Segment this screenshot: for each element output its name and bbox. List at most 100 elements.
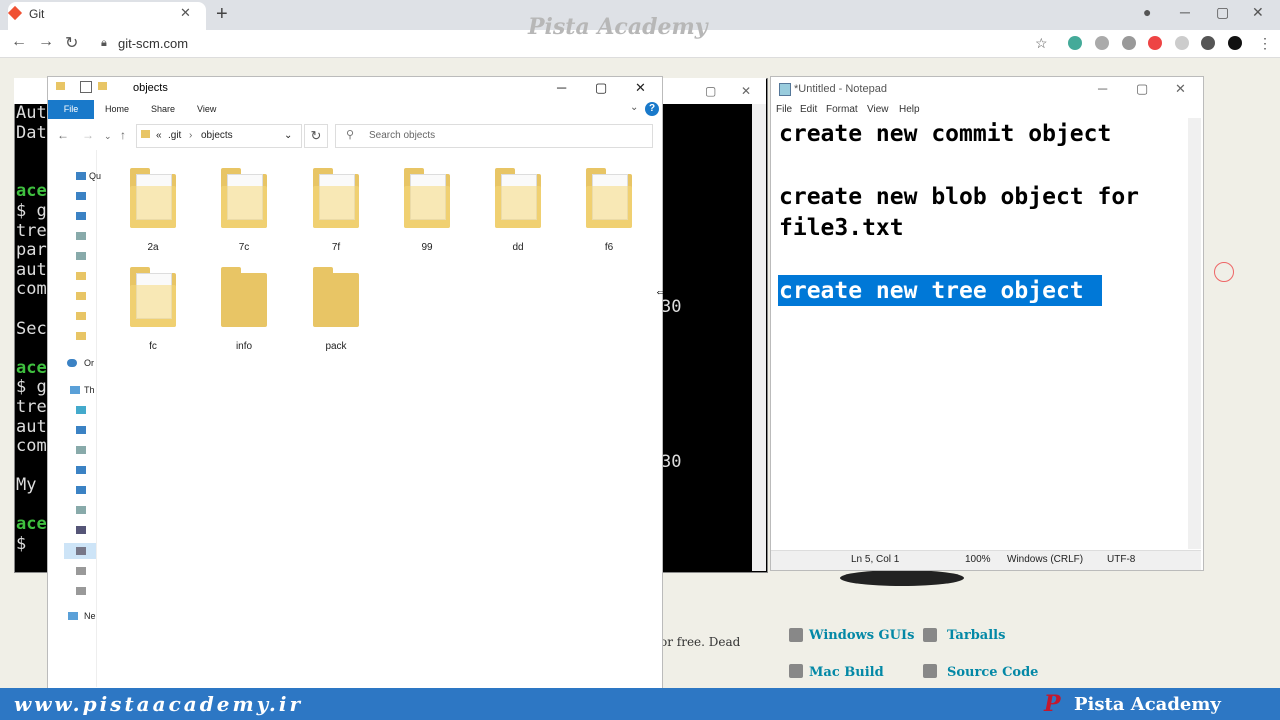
tab-close-icon[interactable]: ✕ bbox=[180, 5, 191, 21]
folder-icon bbox=[76, 332, 86, 340]
folder-icon[interactable] bbox=[586, 168, 632, 228]
nav-item-this-pc[interactable]: Th bbox=[84, 385, 95, 395]
folder-icon[interactable] bbox=[221, 168, 267, 228]
menu-help[interactable]: Help bbox=[899, 104, 920, 115]
folder-label[interactable]: f6 bbox=[569, 242, 649, 253]
maximize-icon[interactable]: ▢ bbox=[1216, 4, 1229, 21]
terminal-line: Aut bbox=[16, 103, 47, 123]
folder-icon[interactable] bbox=[130, 168, 176, 228]
extension-icon[interactable] bbox=[1175, 36, 1189, 50]
breadcrumb-git[interactable]: .git bbox=[168, 130, 181, 141]
link-mac-build[interactable]: Mac Build bbox=[809, 665, 884, 680]
help-icon[interactable]: ? bbox=[645, 102, 659, 116]
pictures-icon bbox=[76, 252, 86, 260]
puzzle-icon[interactable] bbox=[1201, 36, 1215, 50]
tab-share[interactable]: Share bbox=[151, 104, 175, 114]
refresh-icon[interactable]: ↻ bbox=[304, 124, 328, 148]
notepad-line[interactable]: create new blob object for bbox=[779, 184, 1139, 210]
maximize-icon[interactable]: ▢ bbox=[1136, 81, 1148, 97]
box-icon bbox=[923, 628, 937, 642]
reload-icon[interactable]: ↻ bbox=[65, 33, 78, 53]
extension-icon[interactable] bbox=[1122, 36, 1136, 50]
close-icon[interactable]: ✕ bbox=[1175, 81, 1186, 97]
link-source-code[interactable]: Source Code bbox=[947, 665, 1038, 680]
folder-label[interactable]: 7c bbox=[204, 242, 284, 253]
notepad-window[interactable] bbox=[770, 76, 1204, 571]
avatar[interactable] bbox=[1228, 36, 1242, 50]
folder-label[interactable]: info bbox=[204, 341, 284, 352]
chevron-down-icon[interactable]: ⌄ bbox=[284, 130, 292, 141]
minimize-icon[interactable]: ─ bbox=[1180, 4, 1190, 20]
notepad-line[interactable]: create new commit object bbox=[779, 121, 1111, 147]
breadcrumb-overflow[interactable]: « bbox=[156, 130, 162, 141]
extension-icon[interactable] bbox=[1095, 36, 1109, 50]
folder-label[interactable]: 7f bbox=[296, 242, 376, 253]
bookmark-star-icon[interactable]: ☆ bbox=[1035, 35, 1048, 52]
minimize-icon[interactable]: ─ bbox=[1098, 81, 1107, 96]
menu-format[interactable]: Format bbox=[826, 104, 858, 115]
address-bar[interactable]: git-scm.com bbox=[118, 36, 188, 51]
new-tab-icon[interactable]: + bbox=[216, 3, 228, 26]
nav-item-onedrive[interactable]: Or bbox=[84, 358, 94, 368]
folder-label[interactable]: pack bbox=[296, 341, 376, 352]
logo-icon: P bbox=[1044, 691, 1061, 717]
nav-item-quick-access[interactable]: Qu bbox=[89, 171, 101, 181]
maximize-icon[interactable]: ▢ bbox=[595, 80, 607, 96]
notepad-scrollbar[interactable] bbox=[1188, 118, 1201, 549]
explorer-title: objects bbox=[133, 82, 168, 94]
terminal-line: ace bbox=[16, 181, 47, 202]
nav-item-network[interactable]: Ne bbox=[84, 611, 96, 621]
folder-label[interactable]: fc bbox=[113, 341, 193, 352]
back-icon[interactable]: ← bbox=[57, 128, 69, 142]
terminal-line: Sec bbox=[16, 318, 47, 339]
folder-icon[interactable] bbox=[404, 168, 450, 228]
chevron-down-icon[interactable]: ⌄ bbox=[630, 102, 638, 113]
tab-file[interactable]: File bbox=[48, 100, 94, 119]
watermark: Pista Academy bbox=[528, 14, 708, 40]
desktop-icon bbox=[76, 192, 86, 200]
profile-icon[interactable]: ● bbox=[1143, 4, 1151, 20]
forward-icon[interactable]: → bbox=[82, 128, 94, 142]
properties-icon[interactable] bbox=[80, 81, 92, 93]
folder-icon[interactable] bbox=[221, 267, 267, 327]
notepad-line[interactable]: file3.txt bbox=[779, 215, 904, 241]
extension-icon[interactable] bbox=[1068, 36, 1082, 50]
folder-icon[interactable] bbox=[495, 168, 541, 228]
link-tarballs[interactable]: Tarballs bbox=[947, 628, 1005, 643]
up-icon[interactable]: ↑ bbox=[120, 128, 126, 142]
tab-view[interactable]: View bbox=[197, 104, 216, 114]
notepad-selected-line[interactable]: create new tree object bbox=[779, 278, 1084, 304]
navigation-pane bbox=[48, 150, 97, 687]
folder-icon[interactable] bbox=[313, 267, 359, 327]
folder-label[interactable]: 99 bbox=[387, 242, 467, 253]
terminal-line: $ bbox=[16, 534, 37, 555]
maximize-icon[interactable]: ▢ bbox=[705, 84, 716, 98]
folder-label[interactable]: dd bbox=[478, 242, 558, 253]
music-icon bbox=[76, 486, 86, 494]
more-menu-icon[interactable]: ⋮ bbox=[1258, 35, 1272, 52]
terminal-line: $ g bbox=[16, 377, 47, 398]
minimize-icon[interactable]: ─ bbox=[557, 80, 566, 95]
folder-icon[interactable] bbox=[313, 168, 359, 228]
breadcrumb-objects[interactable]: objects bbox=[201, 130, 233, 141]
folder-label[interactable]: 2a bbox=[113, 242, 193, 253]
folder-icon[interactable] bbox=[130, 267, 176, 327]
menu-view[interactable]: View bbox=[867, 104, 889, 115]
extension-icon[interactable] bbox=[1148, 36, 1162, 50]
chevron-down-icon[interactable]: ⌄ bbox=[104, 131, 112, 142]
menu-file[interactable]: File bbox=[776, 104, 792, 115]
terminal-number: 30 bbox=[661, 452, 682, 472]
downloads-icon bbox=[76, 466, 86, 474]
tab-home[interactable]: Home bbox=[105, 104, 129, 114]
forward-icon[interactable]: → bbox=[38, 33, 54, 51]
close-icon[interactable]: ✕ bbox=[635, 80, 646, 96]
new-folder-icon[interactable] bbox=[98, 82, 107, 90]
menu-edit[interactable]: Edit bbox=[800, 104, 817, 115]
close-icon[interactable]: ✕ bbox=[1252, 4, 1264, 21]
notepad-icon bbox=[779, 83, 791, 96]
back-icon[interactable]: ← bbox=[11, 33, 27, 51]
link-windows-guis[interactable]: Windows GUIs bbox=[809, 628, 914, 643]
close-icon[interactable]: ✕ bbox=[741, 84, 751, 98]
terminal-scrollbar[interactable] bbox=[752, 104, 766, 571]
